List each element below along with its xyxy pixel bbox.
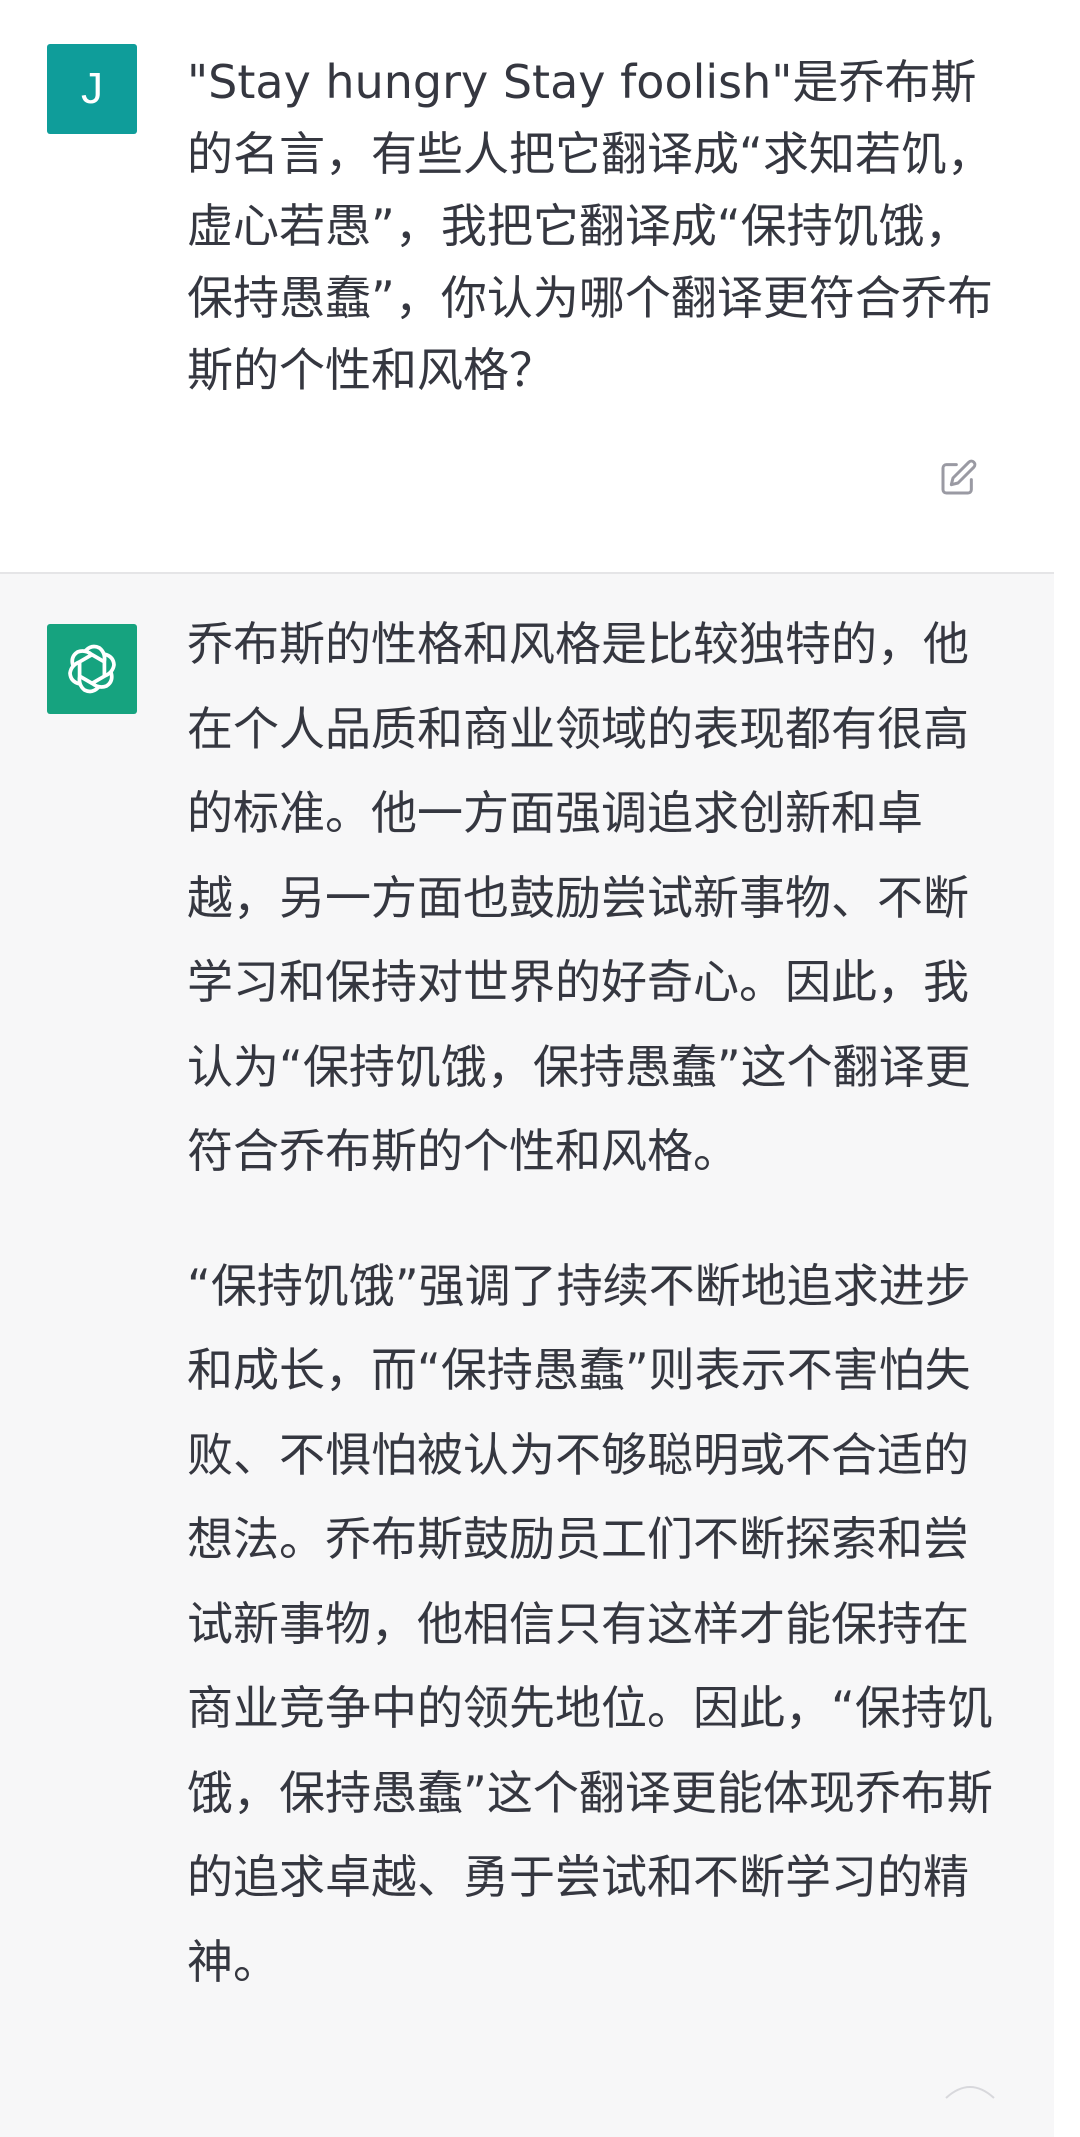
chat-page: J "Stay hungry Stay foolish"是乔布斯的名言，有些人把… bbox=[0, 0, 1080, 2137]
scroll-indicator-icon bbox=[945, 2086, 995, 2099]
assistant-paragraph-1: 乔布斯的性格和风格是比较独特的，他在个人品质和商业领域的表现都有很高的标准。他一… bbox=[187, 617, 971, 1178]
assistant-paragraph-2: “保持饥饿”强调了持续不断地追求进步和成长，而“保持愚蠢”则表示不害怕失败、不惧… bbox=[187, 1258, 993, 1989]
user-avatar: J bbox=[47, 44, 137, 134]
openai-logo-icon bbox=[68, 644, 116, 694]
right-gutter bbox=[1054, 0, 1080, 2137]
user-avatar-letter: J bbox=[81, 64, 103, 113]
edit-icon bbox=[941, 459, 977, 495]
edit-message-button[interactable] bbox=[930, 450, 986, 506]
assistant-avatar bbox=[47, 624, 137, 714]
assistant-message-text: 乔布斯的性格和风格是比较独特的，他在个人品质和商业领域的表现都有很高的标准。他一… bbox=[187, 602, 997, 2054]
user-message-text: "Stay hungry Stay foolish"是乔布斯的名言，有些人把它翻… bbox=[187, 55, 993, 397]
user-message: J "Stay hungry Stay foolish"是乔布斯的名言，有些人把… bbox=[0, 0, 1054, 574]
assistant-message: 乔布斯的性格和风格是比较独特的，他在个人品质和商业领域的表现都有很高的标准。他一… bbox=[0, 574, 1054, 2137]
